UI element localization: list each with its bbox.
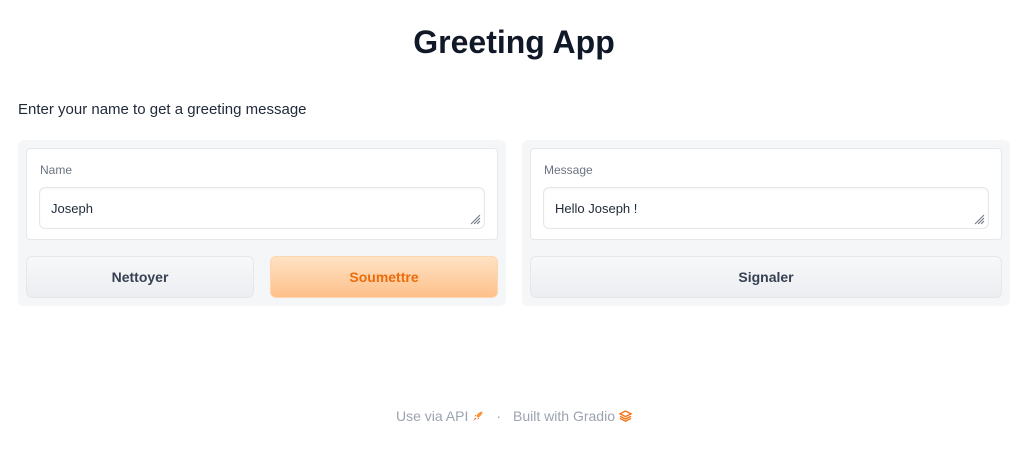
app-description: Enter your name to get a greeting messag… [18,101,307,118]
message-textarea-value: Hello Joseph ! [555,201,638,216]
built-with-label: Built with Gradio [513,408,615,424]
use-via-api-link[interactable]: Use via API [396,408,484,424]
input-panel: Name Joseph Nettoyer Soumettre [18,140,506,306]
submit-button[interactable]: Soumettre [270,256,498,298]
footer-separator: · [496,408,502,424]
app-title: Greeting App [413,24,615,60]
name-textarea[interactable]: Joseph [39,187,485,229]
footer: Use via API · Built with Gradio [0,408,1028,424]
flag-button[interactable]: Signaler [530,256,1002,298]
name-field-container: Name Joseph [26,148,498,240]
message-textarea[interactable]: Hello Joseph ! [543,187,989,229]
api-link-label: Use via API [396,408,469,424]
resize-handle-icon[interactable] [973,213,985,225]
message-field-label: Message [544,163,593,177]
message-field-container: Message Hello Joseph ! [530,148,1002,240]
gradio-logo-icon [618,410,632,422]
gradio-app: Greeting App Enter your name to get a gr… [0,0,1028,453]
clear-button[interactable]: Nettoyer [26,256,254,298]
output-panel: Message Hello Joseph ! Signaler [522,140,1010,306]
name-textarea-value: Joseph [51,201,93,216]
rocket-icon [473,411,483,421]
built-with-gradio-link[interactable]: Built with Gradio [513,408,632,424]
name-field-label: Name [40,163,73,177]
resize-handle-icon[interactable] [469,213,481,225]
